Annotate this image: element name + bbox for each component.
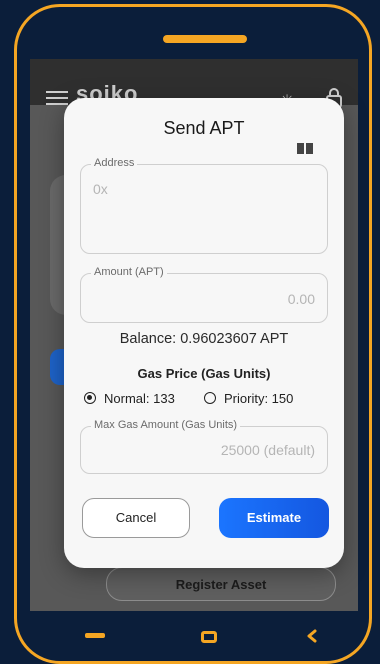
register-asset-button[interactable]: Register Asset [106,567,336,601]
address-label: Address [91,157,138,169]
amount-field[interactable]: Amount (APT) 0.00 [80,266,328,323]
gas-option-normal[interactable]: Normal: 133 [84,388,175,408]
phone-nav-bar [17,611,369,661]
address-placeholder: 0x [93,181,108,197]
max-gas-label: Max Gas Amount (Gas Units) [91,419,241,431]
max-gas-placeholder: 25000 (default) [220,442,315,458]
dialog-title: Send APT [163,118,245,138]
estimate-button[interactable]: Estimate [219,498,329,538]
send-apt-dialog: Send APT Address 0x Amount (APT) 0.00 Ba… [64,98,344,568]
gas-option-priority[interactable]: Priority: 150 [204,388,293,408]
balance-text: Balance: 0.96023607 APT [119,331,289,347]
phone-speaker [163,35,247,43]
max-gas-field[interactable]: Max Gas Amount (Gas Units) 25000 (defaul… [80,419,328,474]
gas-option-priority-label: Priority: 150 [224,390,294,406]
hamburger-icon[interactable] [46,91,68,105]
nav-home-icon[interactable] [201,631,217,643]
radio-normal[interactable] [84,392,96,404]
gas-option-normal-label: Normal: 133 [104,390,175,406]
cancel-button[interactable]: Cancel [82,498,190,538]
gas-price-title: Gas Price (Gas Units) [137,366,271,381]
nav-chevron-icon[interactable] [305,629,319,643]
book-icon[interactable] [296,142,314,155]
amount-placeholder: 0.00 [287,291,315,307]
radio-priority[interactable] [204,392,216,404]
nav-back-icon[interactable] [85,633,105,638]
address-field[interactable]: Address 0x [80,157,328,254]
amount-label: Amount (APT) [91,266,167,278]
